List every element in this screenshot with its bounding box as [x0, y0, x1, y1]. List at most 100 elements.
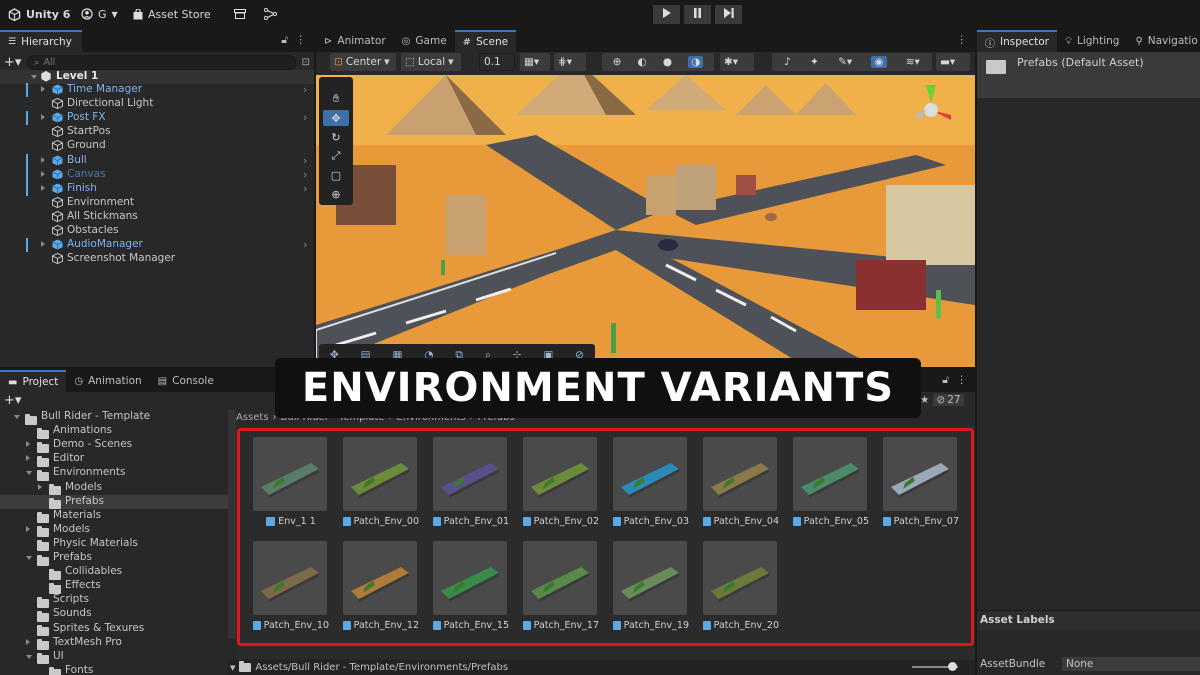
project-folder-item[interactable]: Models: [0, 481, 228, 495]
shaded-icon[interactable]: ●: [663, 56, 672, 68]
tab-lighting[interactable]: 💡︎ Lighting: [1057, 30, 1127, 52]
chevron-right-icon[interactable]: [26, 525, 30, 532]
hierarchy-item[interactable]: All Stickmans: [0, 210, 314, 224]
tab-navigation[interactable]: ⚲ Navigatio: [1127, 30, 1200, 52]
lock-icon[interactable]: 🔓︎: [942, 374, 949, 387]
rotate-tool-icon[interactable]: ↻: [323, 129, 349, 145]
hierarchy-item[interactable]: › Time Manager: [0, 83, 314, 97]
add-icon[interactable]: +▾: [4, 55, 21, 70]
chevron-right-icon[interactable]: [26, 455, 30, 462]
star-icon[interactable]: ★: [920, 394, 929, 406]
tab-scene[interactable]: # Scene: [454, 30, 517, 52]
hand-tool-icon[interactable]: ✋︎: [323, 91, 349, 107]
expand-arrow-icon[interactable]: [41, 184, 45, 191]
expand-arrow-icon[interactable]: [41, 170, 45, 177]
audio-mute-icon[interactable]: ♪: [784, 56, 791, 68]
play-button[interactable]: [653, 5, 680, 24]
lit-icon[interactable]: ◑: [688, 56, 704, 68]
hierarchy-item[interactable]: › Finish: [0, 181, 314, 196]
tab-project[interactable]: ▬ Project: [0, 370, 67, 392]
breadcrumb-item[interactable]: Assets: [236, 412, 269, 423]
project-folder-item[interactable]: Demo - Scenes: [0, 438, 228, 453]
open-prefab-arrow-icon[interactable]: ›: [303, 182, 307, 195]
tab-game[interactable]: ◎ Game: [394, 30, 455, 52]
step-button[interactable]: [715, 5, 742, 24]
scene-viewport[interactable]: ✋︎ ✥ ↻ ⤢ ▢ ⊕: [316, 75, 975, 367]
project-folder-item[interactable]: Sprites & Texures: [0, 622, 228, 636]
tab-animation[interactable]: ◷ Animation: [66, 370, 149, 392]
asset-bundle-dropdown[interactable]: None: [1062, 657, 1200, 671]
expand-arrow-icon[interactable]: [41, 241, 45, 248]
eye-icon[interactable]: ◉: [871, 56, 887, 68]
project-folder-item[interactable]: Collidables: [0, 565, 228, 580]
project-folder-item[interactable]: Sounds: [0, 607, 228, 622]
chevron-down-icon[interactable]: [26, 556, 32, 560]
expand-arrow-icon[interactable]: [41, 86, 45, 92]
zoom-slider-handle[interactable]: [948, 662, 957, 671]
hierarchy-item[interactable]: Obstacles: [0, 224, 314, 238]
pivot-space-dropdown[interactable]: ⬚ Local ▼: [401, 53, 461, 71]
hierarchy-search-input[interactable]: ⌕ All: [27, 55, 296, 70]
chevron-right-icon[interactable]: [26, 441, 30, 448]
unity-menu[interactable]: Unity 6: [8, 0, 70, 28]
hidden-packages-toggle[interactable]: ⊘ 27: [933, 394, 964, 406]
project-folder-item[interactable]: TextMesh Pro: [0, 636, 228, 651]
more-options-icon[interactable]: ⋮: [957, 374, 968, 386]
create-asset-button[interactable]: +▾: [4, 393, 21, 408]
scale-tool-icon[interactable]: ⤢: [323, 148, 349, 164]
hierarchy-item[interactable]: › Bull: [0, 153, 314, 168]
chevron-right-icon[interactable]: [38, 483, 42, 490]
account-dropdown[interactable]: G ▼: [81, 0, 118, 28]
project-folder-item[interactable]: Prefabs: [0, 551, 228, 566]
transform-tool-icon[interactable]: ⊕: [323, 186, 349, 202]
project-folder-item[interactable]: Prefabs: [0, 494, 228, 510]
hierarchy-item[interactable]: › Canvas: [0, 167, 314, 182]
layers-icon[interactable]: ≋▾: [906, 56, 920, 68]
project-folder-item[interactable]: Effects: [0, 579, 228, 594]
project-folder-item[interactable]: Physic Materials: [0, 537, 228, 552]
lock-icon[interactable]: 🔓︎: [281, 34, 288, 47]
scene-visibility-icon[interactable]: ⊡: [302, 57, 310, 68]
project-folder-item[interactable]: Fonts: [0, 664, 228, 675]
hierarchy-item[interactable]: StartPos: [0, 125, 314, 139]
tree-scrollbar[interactable]: [228, 410, 236, 638]
project-folder-item[interactable]: Editor: [0, 452, 228, 467]
project-folder-item[interactable]: Animations: [0, 424, 228, 439]
shaded-wire-icon[interactable]: ◐: [638, 56, 647, 68]
globe-icon[interactable]: ⊕: [613, 56, 622, 68]
expand-arrow-icon[interactable]: [41, 114, 45, 121]
pause-button[interactable]: [684, 5, 711, 24]
project-folder-item[interactable]: Models: [0, 523, 228, 538]
project-folder-item[interactable]: Environments: [0, 466, 228, 481]
hierarchy-item[interactable]: Screenshot Manager: [0, 252, 314, 266]
scene-orientation-gizmo[interactable]: [906, 85, 956, 135]
tab-console[interactable]: ▤ Console: [150, 370, 222, 392]
move-tool-icon[interactable]: ✥: [323, 110, 349, 126]
tab-hierarchy[interactable]: ☰ Hierarchy: [0, 30, 82, 52]
tab-animator[interactable]: ⊳ Animator: [316, 30, 394, 52]
tab-inspector[interactable]: ⓘ Inspector: [977, 30, 1057, 52]
project-folder-item[interactable]: Bull Rider - Template: [0, 410, 228, 425]
open-prefab-arrow-icon[interactable]: ›: [303, 83, 307, 96]
pivot-mode-dropdown[interactable]: ⊡ Center ▼: [330, 53, 396, 71]
rect-tool-icon[interactable]: ▢: [323, 167, 349, 183]
chevron-down-icon[interactable]: [26, 471, 32, 476]
more-options-icon[interactable]: ⋮: [957, 34, 968, 46]
expand-arrow-icon[interactable]: [41, 156, 45, 163]
scene-root-row[interactable]: Level 1: [0, 70, 314, 84]
hierarchy-item[interactable]: Ground: [0, 139, 314, 153]
hierarchy-item[interactable]: › AudioManager: [0, 238, 314, 253]
hierarchy-item[interactable]: › Post FX: [0, 111, 314, 126]
version-control-button[interactable]: [264, 0, 277, 28]
open-prefab-arrow-icon[interactable]: ›: [303, 238, 307, 251]
open-prefab-arrow-icon[interactable]: ›: [303, 154, 307, 167]
snap-settings-dropdown[interactable]: ⋕▾: [554, 53, 586, 71]
project-folder-item[interactable]: Scripts: [0, 593, 228, 608]
open-prefab-arrow-icon[interactable]: ›: [303, 168, 307, 181]
camera-settings-dropdown[interactable]: ▬▾: [936, 53, 970, 71]
expand-arrow-icon[interactable]: [31, 75, 37, 79]
zoom-slider[interactable]: [912, 662, 958, 671]
chevron-down-icon[interactable]: [26, 654, 32, 659]
package-manager-button[interactable]: [234, 0, 246, 28]
visibility-icon[interactable]: ✎▾: [838, 56, 852, 68]
